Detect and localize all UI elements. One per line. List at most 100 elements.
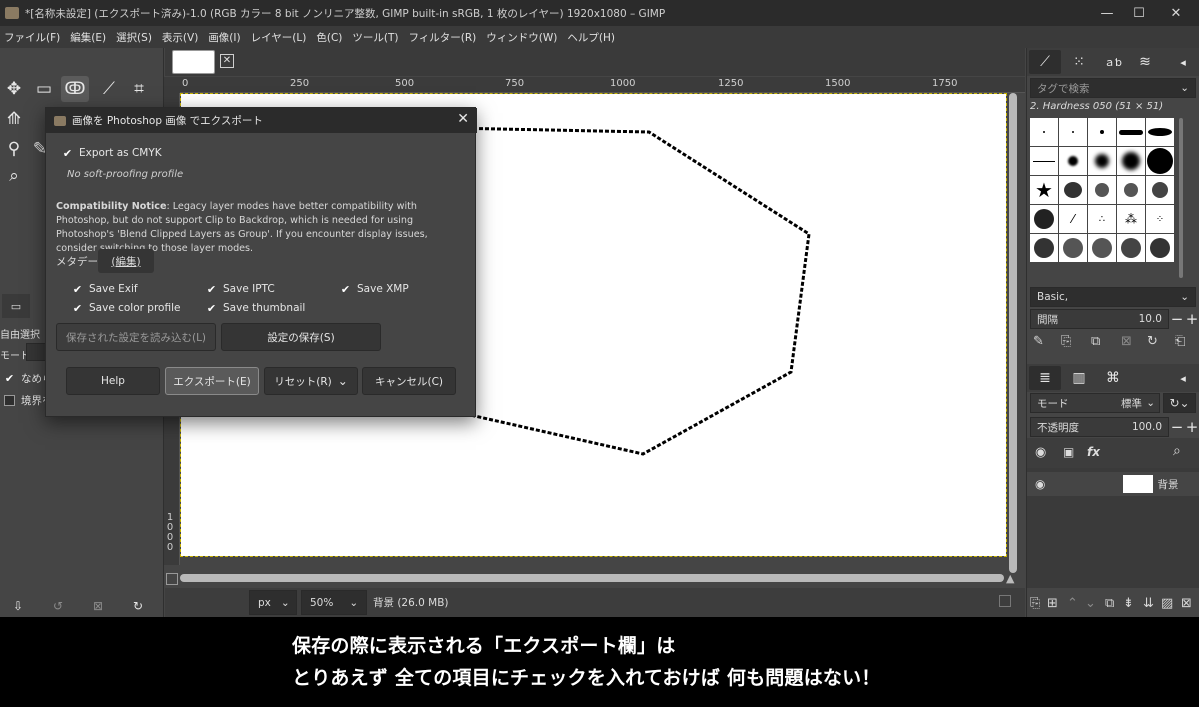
layer-row[interactable]: ◉ 背景	[1027, 472, 1199, 496]
tool-options-tab-icon[interactable]: ▭	[2, 294, 30, 318]
zoom-icon[interactable]: ⌕	[0, 163, 28, 189]
brush-item[interactable]	[1030, 234, 1058, 262]
move-tool-icon[interactable]: ✥	[0, 76, 28, 102]
quick-mask-toggle[interactable]	[164, 77, 180, 93]
cancel-button[interactable]: キャンセル(C)	[362, 367, 456, 395]
menu-edit[interactable]: 編集(E)	[70, 30, 106, 45]
minus-icon[interactable]: −	[1170, 417, 1184, 437]
brush-item[interactable]	[1117, 147, 1145, 175]
brush-item[interactable]	[1146, 234, 1174, 262]
brush-item[interactable]: ⁘	[1146, 205, 1174, 233]
vertical-scrollbar[interactable]	[1009, 93, 1017, 573]
brush-item[interactable]: ★	[1030, 176, 1058, 204]
brush-item[interactable]: ∴	[1088, 205, 1116, 233]
new-layer-icon[interactable]: ⎘	[1030, 596, 1040, 611]
menu-colors[interactable]: 色(C)	[316, 30, 342, 45]
metadata-edit-button[interactable]: (編集)	[98, 249, 154, 273]
anchor-layer-icon[interactable]: ⇟	[1123, 596, 1134, 611]
raise-layer-icon[interactable]: ⌃	[1067, 596, 1078, 611]
save-options-icon[interactable]: ⇩	[4, 593, 32, 619]
menu-help[interactable]: ヘルプ(H)	[567, 30, 615, 45]
save-thumbnail-checkbox[interactable]: ✔ Save thumbnail	[206, 302, 305, 315]
brushes-tab-icon[interactable]: ⟋	[1029, 50, 1061, 74]
menu-layer[interactable]: レイヤー(L)	[251, 30, 307, 45]
brush-item[interactable]	[1088, 118, 1116, 146]
close-image-icon[interactable]: ✕	[220, 54, 234, 68]
effects-icon[interactable]: fx	[1087, 445, 1100, 459]
brush-item[interactable]	[1088, 234, 1116, 262]
save-xmp-checkbox[interactable]: ✔ Save XMP	[340, 283, 409, 296]
image-thumbnail-tab[interactable]	[172, 50, 215, 74]
opacity-slider[interactable]: 不透明度 100.0	[1030, 417, 1169, 437]
layer-mode-selector[interactable]: モード 標準 ⌄	[1030, 393, 1160, 413]
save-iptc-checkbox[interactable]: ✔ Save IPTC	[206, 283, 275, 296]
dock-menu-icon[interactable]: ◂	[1167, 50, 1199, 74]
zoom-selector[interactable]: 50% ⌄	[301, 590, 367, 615]
composite-mode-icon[interactable]: ↻⌄	[1163, 393, 1196, 413]
patterns-tab-icon[interactable]: ⁙	[1063, 50, 1095, 74]
rect-select-icon[interactable]: ▭	[30, 76, 58, 102]
layers-tab-icon[interactable]: ≣	[1029, 366, 1061, 390]
brush-item[interactable]	[1059, 234, 1087, 262]
brush-item[interactable]: ⁂	[1117, 205, 1145, 233]
duplicate-brush-icon[interactable]: ⧉	[1091, 334, 1100, 349]
close-icon[interactable]: ✕	[1153, 0, 1199, 26]
brush-item[interactable]	[1117, 176, 1145, 204]
close-icon[interactable]: ✕	[457, 111, 469, 127]
zoom-to-fit-icon[interactable]	[166, 573, 178, 585]
dock-menu-icon[interactable]: ◂	[1167, 366, 1199, 390]
menu-windows[interactable]: ウィンドウ(W)	[486, 30, 557, 45]
lower-layer-icon[interactable]: ⌄	[1085, 596, 1096, 611]
clone-icon[interactable]: ⚲	[0, 136, 28, 162]
brush-item[interactable]	[1059, 176, 1087, 204]
menu-file[interactable]: ファイル(F)	[4, 30, 60, 45]
visibility-icon[interactable]: ◉	[1035, 477, 1045, 491]
brush-grid-scrollbar[interactable]	[1179, 118, 1183, 278]
navigate-icon[interactable]: ▲	[1006, 572, 1014, 585]
refresh-brushes-icon[interactable]: ↻	[1147, 334, 1158, 349]
mask-icon[interactable]: ▨	[1161, 596, 1173, 611]
edit-brush-icon[interactable]: ✎	[1033, 334, 1044, 349]
plus-icon[interactable]: +	[1185, 417, 1199, 437]
export-cmyk-checkbox[interactable]: ✔ Export as CMYK	[62, 147, 162, 160]
open-brush-icon[interactable]: ⎗	[1175, 334, 1185, 349]
brush-item[interactable]	[1146, 176, 1174, 204]
brush-item[interactable]	[1059, 118, 1087, 146]
spacing-slider[interactable]: 間隔 10.0	[1030, 309, 1169, 329]
delete-layer-icon[interactable]: ⊠	[1181, 596, 1192, 611]
save-color-profile-checkbox[interactable]: ✔ Save color profile	[72, 302, 181, 315]
brush-item[interactable]	[1030, 147, 1058, 175]
brush-item[interactable]	[1146, 147, 1174, 175]
fuzzy-select-icon[interactable]: ⟋	[95, 76, 123, 102]
load-settings-button[interactable]: 保存された設定を読み込む(L)	[56, 323, 216, 351]
channels-tab-icon[interactable]: ▥	[1063, 366, 1095, 390]
document-history-tab-icon[interactable]: ≋	[1129, 50, 1161, 74]
save-settings-button[interactable]: 設定の保存(S)	[221, 323, 381, 351]
save-exif-checkbox[interactable]: ✔ Save Exif	[72, 283, 138, 296]
export-button[interactable]: エクスポート(E)	[165, 367, 259, 395]
lock-icon[interactable]: ▣	[1063, 445, 1074, 459]
brush-item[interactable]	[1030, 205, 1058, 233]
brush-item[interactable]	[1088, 176, 1116, 204]
free-select-icon[interactable]: ↂ	[61, 76, 89, 102]
brush-item[interactable]	[1117, 234, 1145, 262]
duplicate-layer-icon[interactable]: ⧉	[1105, 596, 1114, 611]
new-brush-icon[interactable]: ⎘	[1061, 334, 1071, 349]
brush-item[interactable]	[1059, 147, 1087, 175]
minus-icon[interactable]: −	[1170, 309, 1184, 329]
new-layer-group-icon[interactable]: ⊞	[1047, 596, 1058, 611]
crop-icon[interactable]: ⌗	[125, 76, 153, 102]
tag-search-field[interactable]: タグで検索 ⌄	[1030, 78, 1196, 98]
help-button[interactable]: Help	[66, 367, 160, 395]
mode-selector[interactable]	[26, 343, 46, 361]
brush-item[interactable]	[1117, 118, 1145, 146]
horizontal-scrollbar[interactable]	[180, 574, 1004, 582]
plus-icon[interactable]: +	[1185, 309, 1199, 329]
paths-tab-icon[interactable]: ⌘	[1097, 366, 1129, 390]
navigation-icon[interactable]	[999, 595, 1011, 607]
visibility-icon[interactable]: ◉	[1035, 445, 1046, 460]
menu-view[interactable]: 表示(V)	[162, 30, 198, 45]
menu-tools[interactable]: ツール(T)	[352, 30, 398, 45]
merge-layer-icon[interactable]: ⇊	[1143, 596, 1154, 611]
brush-item[interactable]	[1146, 118, 1174, 146]
